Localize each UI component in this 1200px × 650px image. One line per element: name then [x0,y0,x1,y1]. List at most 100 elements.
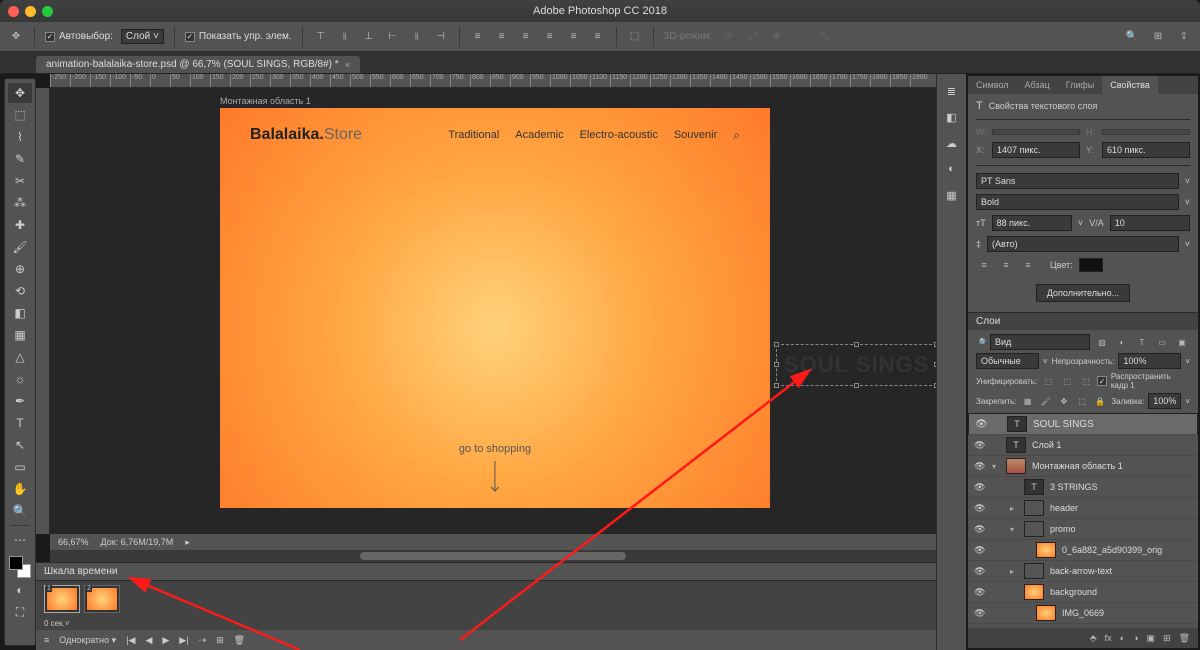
visibility-icon[interactable]: 👁 [974,482,986,493]
link-layers-icon[interactable]: ⬘ [1090,633,1097,644]
doc-info[interactable]: Док: 6,76M/19,7M [101,537,174,547]
font-family-select[interactable]: PT Sans [976,173,1179,189]
swatches-icon[interactable]: ▦ [941,184,963,206]
distribute-icon[interactable]: ≡ [494,29,510,45]
eraser-tool[interactable]: ◧ [8,303,32,323]
y-field[interactable]: 610 пикс. [1102,142,1190,158]
auto-align-icon[interactable]: ⬚ [627,29,643,45]
visibility-icon[interactable]: 👁 [975,419,987,430]
move-tool[interactable]: ✥ [8,83,32,103]
path-tool[interactable]: ↖ [8,435,32,455]
align-right-icon[interactable]: ⊣ [433,29,449,45]
history-icon[interactable]: ≣ [941,80,963,102]
screenmode-tool[interactable]: ⛶ [8,602,32,622]
align-vcenter-icon[interactable]: ⫲ [337,29,353,45]
visibility-icon[interactable]: 👁 [974,524,986,535]
scrollbar-thumb[interactable] [360,552,626,560]
autoselect-target-select[interactable]: Слой ˅ [121,29,164,44]
filter-pixel-icon[interactable]: ▧ [1094,334,1110,350]
share-icon[interactable]: ⇪ [1176,29,1192,45]
opacity-field[interactable]: 100% [1118,353,1181,369]
layer-row[interactable]: 👁IMG_0669 [968,603,1198,624]
loop-select[interactable]: Однократно ▾ [59,635,116,646]
visibility-icon[interactable]: 👁 [974,503,986,514]
x-field[interactable]: 1407 пикс. [992,142,1080,158]
adjustments-icon[interactable]: ◐ [941,158,963,180]
delete-layer-icon[interactable]: 🗑 [1179,633,1190,644]
blend-mode-select[interactable]: Обычные [976,353,1039,369]
advanced-button[interactable]: Дополнительно... [1036,284,1130,302]
panel-tab[interactable]: Свойства [1102,76,1158,94]
layer-row[interactable]: 👁▾promo [968,519,1198,540]
lock-all-icon[interactable]: 🔒 [1093,393,1107,409]
next-frame-icon[interactable]: ▶| [179,635,188,646]
frame-delay[interactable]: 0 сек.˅ [36,617,936,630]
zoom-tool[interactable]: 🔍 [8,501,32,521]
visibility-icon[interactable]: 👁 [974,440,986,451]
artboard[interactable]: Balalaika.Store TraditionalAcademicElect… [220,108,770,508]
quickmask-tool[interactable]: ◐ [8,580,32,600]
hand-tool[interactable]: ✋ [8,479,32,499]
layer-filter-select[interactable]: Вид [990,334,1090,350]
scrollbar-horizontal[interactable] [50,550,936,562]
play-icon[interactable]: ▶ [162,635,169,646]
fx-icon[interactable]: fx [1105,633,1112,643]
lock-paint-icon[interactable]: 🖌 [1039,393,1053,409]
panel-tab[interactable]: Глифы [1058,76,1103,94]
history-brush-tool[interactable]: ⟲ [8,281,32,301]
layer-row[interactable]: 👁▸header [968,498,1198,519]
leading-field[interactable]: (Авто) [987,236,1179,252]
visibility-icon[interactable]: 👁 [974,545,986,556]
workspace-icon[interactable]: ⊞ [1150,29,1166,45]
layer-row[interactable]: 👁background [968,582,1198,603]
layer-row[interactable]: 👁▾Монтажная область 1 [968,456,1198,477]
show-transform-controls-checkbox[interactable]: Показать упр. элем. [185,31,292,42]
gradient-tool[interactable]: ▦ [8,325,32,345]
lock-nest-icon[interactable]: ⬚ [1075,393,1089,409]
distribute-icon[interactable]: ≡ [566,29,582,45]
filter-smart-icon[interactable]: ▣ [1174,334,1190,350]
align-bottom-icon[interactable]: ⊥ [361,29,377,45]
layer-row[interactable]: 👁T3 STRINGS [968,477,1198,498]
visibility-icon[interactable]: 👁 [974,608,986,619]
blur-tool[interactable]: △ [8,347,32,367]
autoselect-checkbox[interactable]: Автовыбор: [45,31,113,42]
new-layer-icon[interactable]: ⊞ [1163,633,1171,644]
layer-row[interactable]: 👁TSOUL SINGS [968,413,1198,435]
align-left-icon[interactable]: ≡ [976,257,992,273]
timeline-frame[interactable]: 2 [84,585,120,613]
new-frame-icon[interactable]: ⊞ [216,635,224,646]
font-size-field[interactable]: 88 пикс. [992,215,1072,231]
group-icon[interactable]: ▣ [1147,633,1156,644]
search-icon[interactable]: 🔍 [1124,29,1140,45]
edit-toolbar[interactable]: ⋯ [8,530,32,550]
distribute-icon[interactable]: ≡ [518,29,534,45]
flyout-icon[interactable]: ≡ [44,635,49,645]
pen-tool[interactable]: ✒ [8,391,32,411]
align-hcenter-icon[interactable]: ⫲ [409,29,425,45]
marquee-tool[interactable]: ⬚ [8,105,32,125]
panel-tab[interactable]: Символ [968,76,1016,94]
dodge-tool[interactable]: ☼ [8,369,32,389]
delete-frame-icon[interactable]: 🗑 [234,635,245,646]
visibility-icon[interactable]: 👁 [974,461,986,472]
align-center-icon[interactable]: ≡ [998,257,1014,273]
canvas-viewport[interactable]: Монтажная область 1 Balalaika.Store Trad… [50,88,936,534]
adjustment-icon[interactable]: ◑ [1133,633,1138,643]
type-tool[interactable]: T [8,413,32,433]
quick-select-tool[interactable]: ✎ [8,149,32,169]
tracking-field[interactable]: 10 [1110,215,1190,231]
visibility-icon[interactable]: 👁 [974,587,986,598]
distribute-icon[interactable]: ≡ [542,29,558,45]
shape-tool[interactable]: ▭ [8,457,32,477]
text-color-swatch[interactable] [1079,258,1103,272]
crop-tool[interactable]: ✂ [8,171,32,191]
ruler-horizontal[interactable]: -250-200-150-100-50050100150200250300350… [50,74,936,88]
fg-color-swatch[interactable] [9,556,23,570]
artboard-label[interactable]: Монтажная область 1 [220,96,311,106]
unify-vis-icon[interactable]: ⬚ [1060,373,1075,389]
font-weight-select[interactable]: Bold [976,194,1179,210]
unify-style-icon[interactable]: ⬚ [1079,373,1094,389]
filter-shape-icon[interactable]: ▭ [1154,334,1170,350]
zoom-value[interactable]: 66,67% [58,537,89,547]
